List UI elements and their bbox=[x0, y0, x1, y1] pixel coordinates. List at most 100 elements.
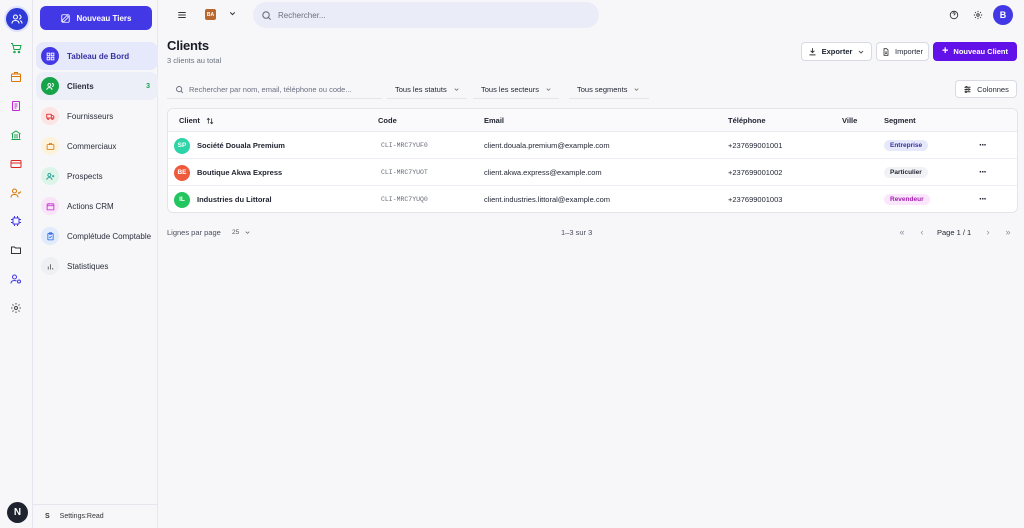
sidebar-item-crm-actions[interactable]: Actions CRM bbox=[36, 192, 158, 220]
settings-icon[interactable] bbox=[972, 9, 984, 21]
client-email: client.douala.premium@example.com bbox=[484, 141, 610, 150]
sidebar-item-label: Fournisseurs bbox=[67, 111, 114, 121]
sidebar-item-label: Commerciaux bbox=[67, 141, 117, 151]
sidebar: Nouveau Tiers Tableau de Bord Clients 3 … bbox=[33, 0, 158, 528]
clients-count-badge: 3 bbox=[146, 82, 150, 90]
menu-icon[interactable] bbox=[176, 9, 188, 21]
page-size-value: 25 bbox=[232, 228, 240, 236]
client-email: client.akwa.express@example.com bbox=[484, 168, 602, 177]
table-row[interactable]: IL Industries du Littoral CLI-MRC7YUQ0 c… bbox=[168, 186, 1017, 212]
client-cell: BE Boutique Akwa Express bbox=[174, 159, 282, 186]
user-gear-icon[interactable] bbox=[8, 271, 24, 287]
org-badge[interactable]: BA bbox=[205, 9, 216, 20]
client-name: Boutique Akwa Express bbox=[197, 168, 283, 177]
status-filter[interactable]: Tous les statuts bbox=[387, 80, 467, 99]
bar-chart-icon bbox=[41, 257, 59, 275]
new-tier-button[interactable]: Nouveau Tiers bbox=[40, 6, 152, 30]
sidebar-item-suppliers[interactable]: Fournisseurs bbox=[36, 102, 158, 130]
client-search-input[interactable] bbox=[189, 84, 379, 94]
new-client-button[interactable]: + Nouveau Client bbox=[933, 42, 1017, 61]
client-cell: SP Société Douala Premium bbox=[174, 132, 285, 159]
chip-icon[interactable] bbox=[8, 213, 24, 229]
rows-per-page-label: Lignes par page bbox=[167, 228, 221, 237]
user-avatar-bottom[interactable]: N bbox=[7, 502, 28, 523]
user-avatar[interactable]: B bbox=[993, 5, 1013, 25]
chevron-down-icon[interactable] bbox=[228, 9, 237, 20]
client-filter-search[interactable] bbox=[167, 80, 382, 99]
client-phone: +237699001003 bbox=[728, 195, 783, 204]
row-actions-icon[interactable]: ··· bbox=[979, 159, 987, 186]
document-icon[interactable] bbox=[8, 98, 24, 114]
sector-filter[interactable]: Tous les secteurs bbox=[473, 80, 559, 99]
import-label: Importer bbox=[895, 47, 923, 56]
app-logo[interactable] bbox=[4, 6, 30, 32]
user-check-icon[interactable] bbox=[8, 185, 24, 201]
row-actions-icon[interactable]: ··· bbox=[979, 132, 987, 159]
sidebar-item-prospects[interactable]: Prospects bbox=[36, 162, 158, 190]
sidebar-item-clients[interactable]: Clients 3 bbox=[36, 72, 158, 100]
import-button[interactable]: Importer bbox=[876, 42, 929, 61]
client-phone: +237699001002 bbox=[728, 168, 783, 177]
last-page-icon[interactable]: » bbox=[1002, 226, 1014, 238]
client-cell: IL Industries du Littoral bbox=[174, 186, 272, 212]
chevron-down-icon bbox=[634, 87, 639, 91]
plus-icon: + bbox=[941, 45, 949, 57]
client-name: Société Douala Premium bbox=[197, 141, 285, 150]
help-icon[interactable] bbox=[948, 9, 960, 21]
sidebar-item-accounting-completeness[interactable]: Complétude Comptable bbox=[36, 222, 158, 250]
sidebar-item-label: Clients bbox=[67, 81, 94, 91]
col-header-label: Client bbox=[179, 116, 200, 125]
search-input[interactable] bbox=[278, 10, 578, 20]
box-icon[interactable] bbox=[8, 69, 24, 85]
gear-icon[interactable] bbox=[8, 300, 24, 316]
segment-cell: Revendeur bbox=[884, 186, 930, 212]
sidebar-item-dashboard[interactable]: Tableau de Bord bbox=[36, 42, 158, 70]
segment-filter-label: Tous segments bbox=[577, 84, 628, 94]
page-indicator: Page 1 / 1 bbox=[937, 228, 972, 237]
client-email: client.industries.littoral@example.com bbox=[484, 195, 610, 204]
page-title: Clients bbox=[167, 38, 209, 53]
user-plus-icon bbox=[41, 167, 59, 185]
sliders-icon bbox=[964, 85, 971, 93]
briefcase-icon bbox=[41, 137, 59, 155]
next-page-icon[interactable]: › bbox=[982, 226, 994, 238]
segment-cell: Entreprise bbox=[884, 132, 929, 159]
search-icon bbox=[176, 85, 184, 93]
client-code: CLI-MRC7YUF0 bbox=[381, 142, 428, 149]
export-label: Exporter bbox=[821, 47, 853, 56]
prev-page-icon[interactable]: ‹ bbox=[916, 226, 928, 238]
sidebar-item-sales-reps[interactable]: Commerciaux bbox=[36, 132, 158, 160]
col-header-client[interactable]: Client bbox=[179, 116, 214, 125]
table-row[interactable]: BE Boutique Akwa Express CLI-MRC7YUOT cl… bbox=[168, 159, 1017, 186]
sidebar-item-label: Statistiques bbox=[67, 261, 109, 271]
card-icon[interactable] bbox=[8, 156, 24, 172]
sidebar-nav: Tableau de Bord Clients 3 Fournisseurs C… bbox=[36, 42, 158, 282]
columns-label: Colonnes bbox=[977, 84, 1009, 94]
page-size-select[interactable]: 25 bbox=[232, 224, 257, 240]
first-page-icon[interactable]: « bbox=[896, 226, 908, 238]
file-icon bbox=[883, 47, 889, 56]
sidebar-footer: S Settings:Read bbox=[33, 504, 158, 528]
segment-badge: Entreprise bbox=[884, 140, 929, 151]
col-header-segment: Segment bbox=[884, 116, 916, 125]
bank-icon[interactable] bbox=[8, 127, 24, 143]
global-search[interactable] bbox=[253, 2, 599, 28]
sidebar-item-statistics[interactable]: Statistiques bbox=[36, 252, 158, 280]
cart-icon[interactable] bbox=[8, 40, 24, 56]
table-row[interactable]: SP Société Douala Premium CLI-MRC7YUF0 c… bbox=[168, 132, 1017, 159]
columns-button[interactable]: Colonnes bbox=[955, 80, 1017, 98]
search-icon bbox=[262, 10, 272, 20]
clients-table: Client Code Email Téléphone Ville Segmen… bbox=[167, 108, 1018, 213]
folder-icon[interactable] bbox=[8, 242, 24, 258]
icon-rail: N bbox=[0, 0, 33, 528]
chevron-down-icon bbox=[245, 230, 250, 234]
export-button[interactable]: Exporter bbox=[801, 42, 872, 61]
client-avatar: SP bbox=[174, 137, 190, 154]
client-code: CLI-MRC7YUQ0 bbox=[381, 196, 428, 203]
row-actions-icon[interactable]: ··· bbox=[979, 186, 987, 212]
segment-filter[interactable]: Tous segments bbox=[569, 80, 649, 99]
download-icon bbox=[809, 48, 816, 56]
segment-badge: Revendeur bbox=[884, 194, 930, 205]
sort-icon[interactable] bbox=[206, 117, 214, 125]
col-header-email: Email bbox=[484, 116, 505, 125]
